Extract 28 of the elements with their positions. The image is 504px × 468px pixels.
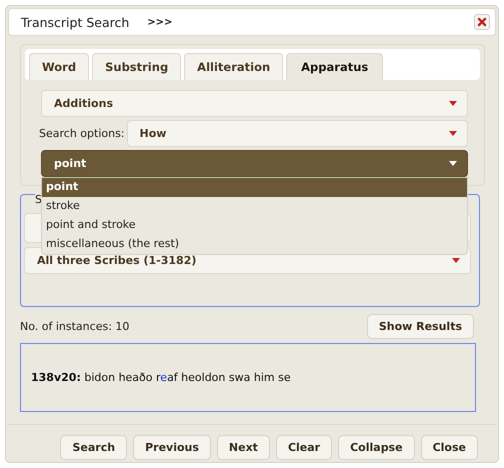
tab[interactable]: Apparatus [286, 53, 384, 80]
category-dropdown[interactable]: Additions [41, 90, 468, 117]
tab[interactable]: Alliteration [184, 53, 284, 80]
close-button[interactable] [474, 14, 490, 30]
close-icon [477, 17, 487, 27]
tab[interactable]: Substring [92, 53, 182, 80]
search-options-dropdown[interactable]: How [126, 120, 468, 147]
caret-icon [449, 101, 457, 106]
window-title: Transcript Search [21, 14, 130, 30]
result-line: 138v20: bidon heaðo reaf heoldon swa him se [31, 371, 291, 384]
caret-icon [449, 131, 457, 136]
type-dropdown[interactable]: point [41, 150, 468, 177]
search-options-label: Search options: [39, 127, 125, 140]
show-results-button[interactable]: Show Results [366, 314, 474, 339]
caret-icon [452, 258, 460, 263]
expand-link[interactable]: >>> [147, 16, 172, 28]
footer-button[interactable]: Previous [133, 435, 211, 460]
footer-button[interactable]: Collapse [338, 435, 415, 460]
dropdown-option[interactable]: stroke [42, 197, 467, 216]
instances-count: No. of instances: 10 [20, 320, 130, 333]
caret-icon [449, 161, 457, 166]
footer-button[interactable]: Search [60, 435, 128, 460]
footer-button[interactable]: Close [420, 435, 478, 460]
dropdown-option[interactable]: point and stroke [42, 216, 467, 235]
footer-button[interactable]: Next [216, 435, 270, 460]
footer-button[interactable]: Clear [276, 435, 332, 460]
tab[interactable]: Word [29, 53, 90, 80]
dropdown-option[interactable]: point [42, 178, 467, 197]
